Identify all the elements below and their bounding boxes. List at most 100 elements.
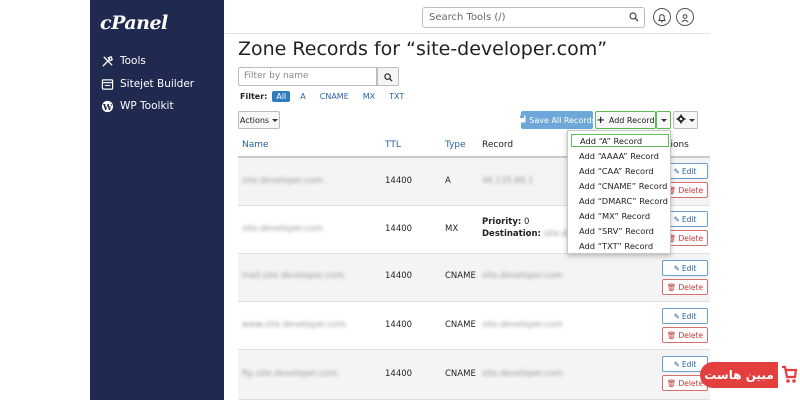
sidebar: cPanel Tools Sitejet Builder W WP Toolki… (90, 0, 224, 400)
sidebar-item-label: Tools (120, 55, 146, 67)
add-record-button[interactable]: + Add Record (595, 111, 656, 129)
record-value: 46.135.88.1 (482, 176, 534, 186)
record-value: site.developer.com (482, 369, 563, 379)
caret-down-icon (689, 118, 695, 122)
edit-button[interactable]: ✎ Edit (662, 260, 708, 276)
trash-icon: 🗑 (666, 330, 677, 340)
menu-item-add-caa-record[interactable]: Add “CAA” Record (571, 164, 669, 177)
record-value: site.developer.com (482, 320, 563, 330)
column-header-type[interactable]: Type (445, 140, 466, 150)
filter-chip-a[interactable]: A (296, 91, 309, 102)
pencil-icon: ✎ (673, 166, 680, 176)
menu-item-add-aaaa-record[interactable]: Add “AAAA” Record (571, 149, 669, 162)
settings-button[interactable] (673, 111, 698, 129)
add-record-label: Add Record (608, 115, 655, 125)
filter-placeholder: Filter by name (244, 71, 309, 81)
table-row: mail.site.developer.com. 14400 CNAME sit… (238, 254, 710, 302)
cpanel-logo[interactable]: cPanel (100, 12, 168, 34)
record-ttl: 14400 (385, 224, 413, 234)
filter-chip-mx[interactable]: MX (359, 91, 379, 102)
menu-item-add-txt-record[interactable]: Add “TXT” Record (571, 239, 669, 252)
add-record-dropdown-toggle[interactable] (656, 111, 671, 129)
table-row: www.site.developer.com. 14400 CNAME site… (238, 302, 710, 350)
record-type: CNAME (445, 369, 476, 379)
add-record-dropdown-menu: Add “A” Record Add “AAAA” Record Add “CA… (567, 130, 671, 254)
record-name: ftp.site.developer.com. (242, 369, 340, 379)
record-ttl: 14400 (385, 320, 413, 330)
filter-search-button[interactable] (377, 67, 399, 86)
menu-item-add-srv-record[interactable]: Add “SRV” Record (571, 224, 669, 237)
bell-icon (657, 8, 667, 27)
record-name: www.site.developer.com. (242, 320, 349, 330)
actions-label: Actions (239, 115, 270, 125)
record-name: site.developer.com. (242, 224, 326, 234)
tools-icon (100, 54, 114, 68)
left-frame (0, 0, 90, 400)
record-name: mail.site.developer.com. (242, 271, 347, 281)
gear-icon (676, 114, 686, 126)
actions-button[interactable]: Actions (238, 111, 280, 129)
filter-chip-txt[interactable]: TXT (385, 91, 408, 102)
edit-label: Edit (681, 214, 697, 224)
menu-item-add-a-record[interactable]: Add “A” Record (571, 134, 669, 147)
destination-label: Destination: (482, 229, 541, 239)
edit-button[interactable]: ✎ Edit (662, 308, 708, 324)
page-title: Zone Records for “site-developer.com” (238, 38, 608, 60)
pencil-icon: ✎ (673, 214, 680, 224)
search-icon (383, 67, 393, 86)
sidebar-item-label: WP Toolkit (120, 100, 174, 112)
record-ttl: 14400 (385, 271, 413, 281)
edit-label: Edit (681, 359, 697, 369)
menu-item-add-cname-record[interactable]: Add “CNAME” Record (571, 179, 669, 192)
column-header-name[interactable]: Name (242, 140, 269, 150)
sidebar-item-sitejet-builder[interactable]: Sitejet Builder (100, 75, 194, 93)
search-tools-input[interactable]: Search Tools (/) (422, 7, 645, 28)
filter-row: Filter: All A CNAME MX TXT (240, 90, 414, 103)
main-content: Search Tools (/) Zone Records for “site-… (224, 0, 710, 400)
filter-label: Filter: (240, 92, 268, 101)
save-label: Save All Records (529, 115, 596, 125)
sidebar-item-wp-toolkit[interactable]: W WP Toolkit (100, 97, 174, 115)
sitejet-icon (100, 77, 114, 91)
wordpress-icon: W (100, 99, 114, 113)
record-name: site.developer.com. (242, 176, 326, 186)
edit-label: Edit (681, 166, 697, 176)
record-priority: Priority: 0 (482, 217, 529, 227)
record-type: A (445, 176, 451, 186)
svg-text:W: W (101, 101, 112, 111)
pencil-icon: ✎ (673, 311, 680, 321)
cart-logo-icon (780, 365, 798, 389)
user-menu-button[interactable] (676, 8, 694, 26)
sidebar-item-tools[interactable]: Tools (100, 52, 146, 70)
trash-icon: 🗑 (666, 378, 677, 388)
notifications-button[interactable] (653, 8, 671, 26)
watermark-text: مبین هاست (700, 362, 778, 388)
search-icon (629, 12, 639, 25)
table-row: ftp.site.developer.com. 14400 CNAME site… (238, 350, 710, 400)
pencil-icon: ✎ (673, 359, 680, 369)
menu-item-add-dmarc-record[interactable]: Add “DMARC” Record (571, 194, 669, 207)
right-frame (710, 0, 800, 400)
record-ttl: 14400 (385, 176, 413, 186)
delete-button[interactable]: 🗑 Delete (662, 279, 708, 295)
caret-down-icon (660, 118, 667, 122)
record-ttl: 14400 (385, 369, 413, 379)
filter-by-name-input[interactable]: Filter by name (238, 67, 377, 86)
delete-label: Delete (678, 330, 704, 340)
column-header-ttl[interactable]: TTL (385, 140, 401, 150)
delete-button[interactable]: 🗑 Delete (662, 327, 708, 343)
edit-label: Edit (681, 311, 697, 321)
trash-icon: 🗑 (666, 282, 677, 292)
filter-chip-all[interactable]: All (272, 91, 291, 102)
priority-value: 0 (524, 217, 530, 227)
sidebar-item-label: Sitejet Builder (120, 78, 195, 90)
record-value: site.developer.com (482, 271, 563, 281)
filter-chip-cname[interactable]: CNAME (316, 91, 353, 102)
menu-item-add-mx-record[interactable]: Add “MX” Record (571, 209, 669, 222)
edit-label: Edit (681, 263, 697, 273)
watermark: مبین هاست (700, 362, 800, 388)
pencil-icon: ✎ (673, 263, 680, 273)
search-placeholder: Search Tools (/) (429, 12, 506, 23)
save-all-records-button[interactable]: Save All Records (518, 111, 596, 129)
save-icon (518, 115, 526, 125)
